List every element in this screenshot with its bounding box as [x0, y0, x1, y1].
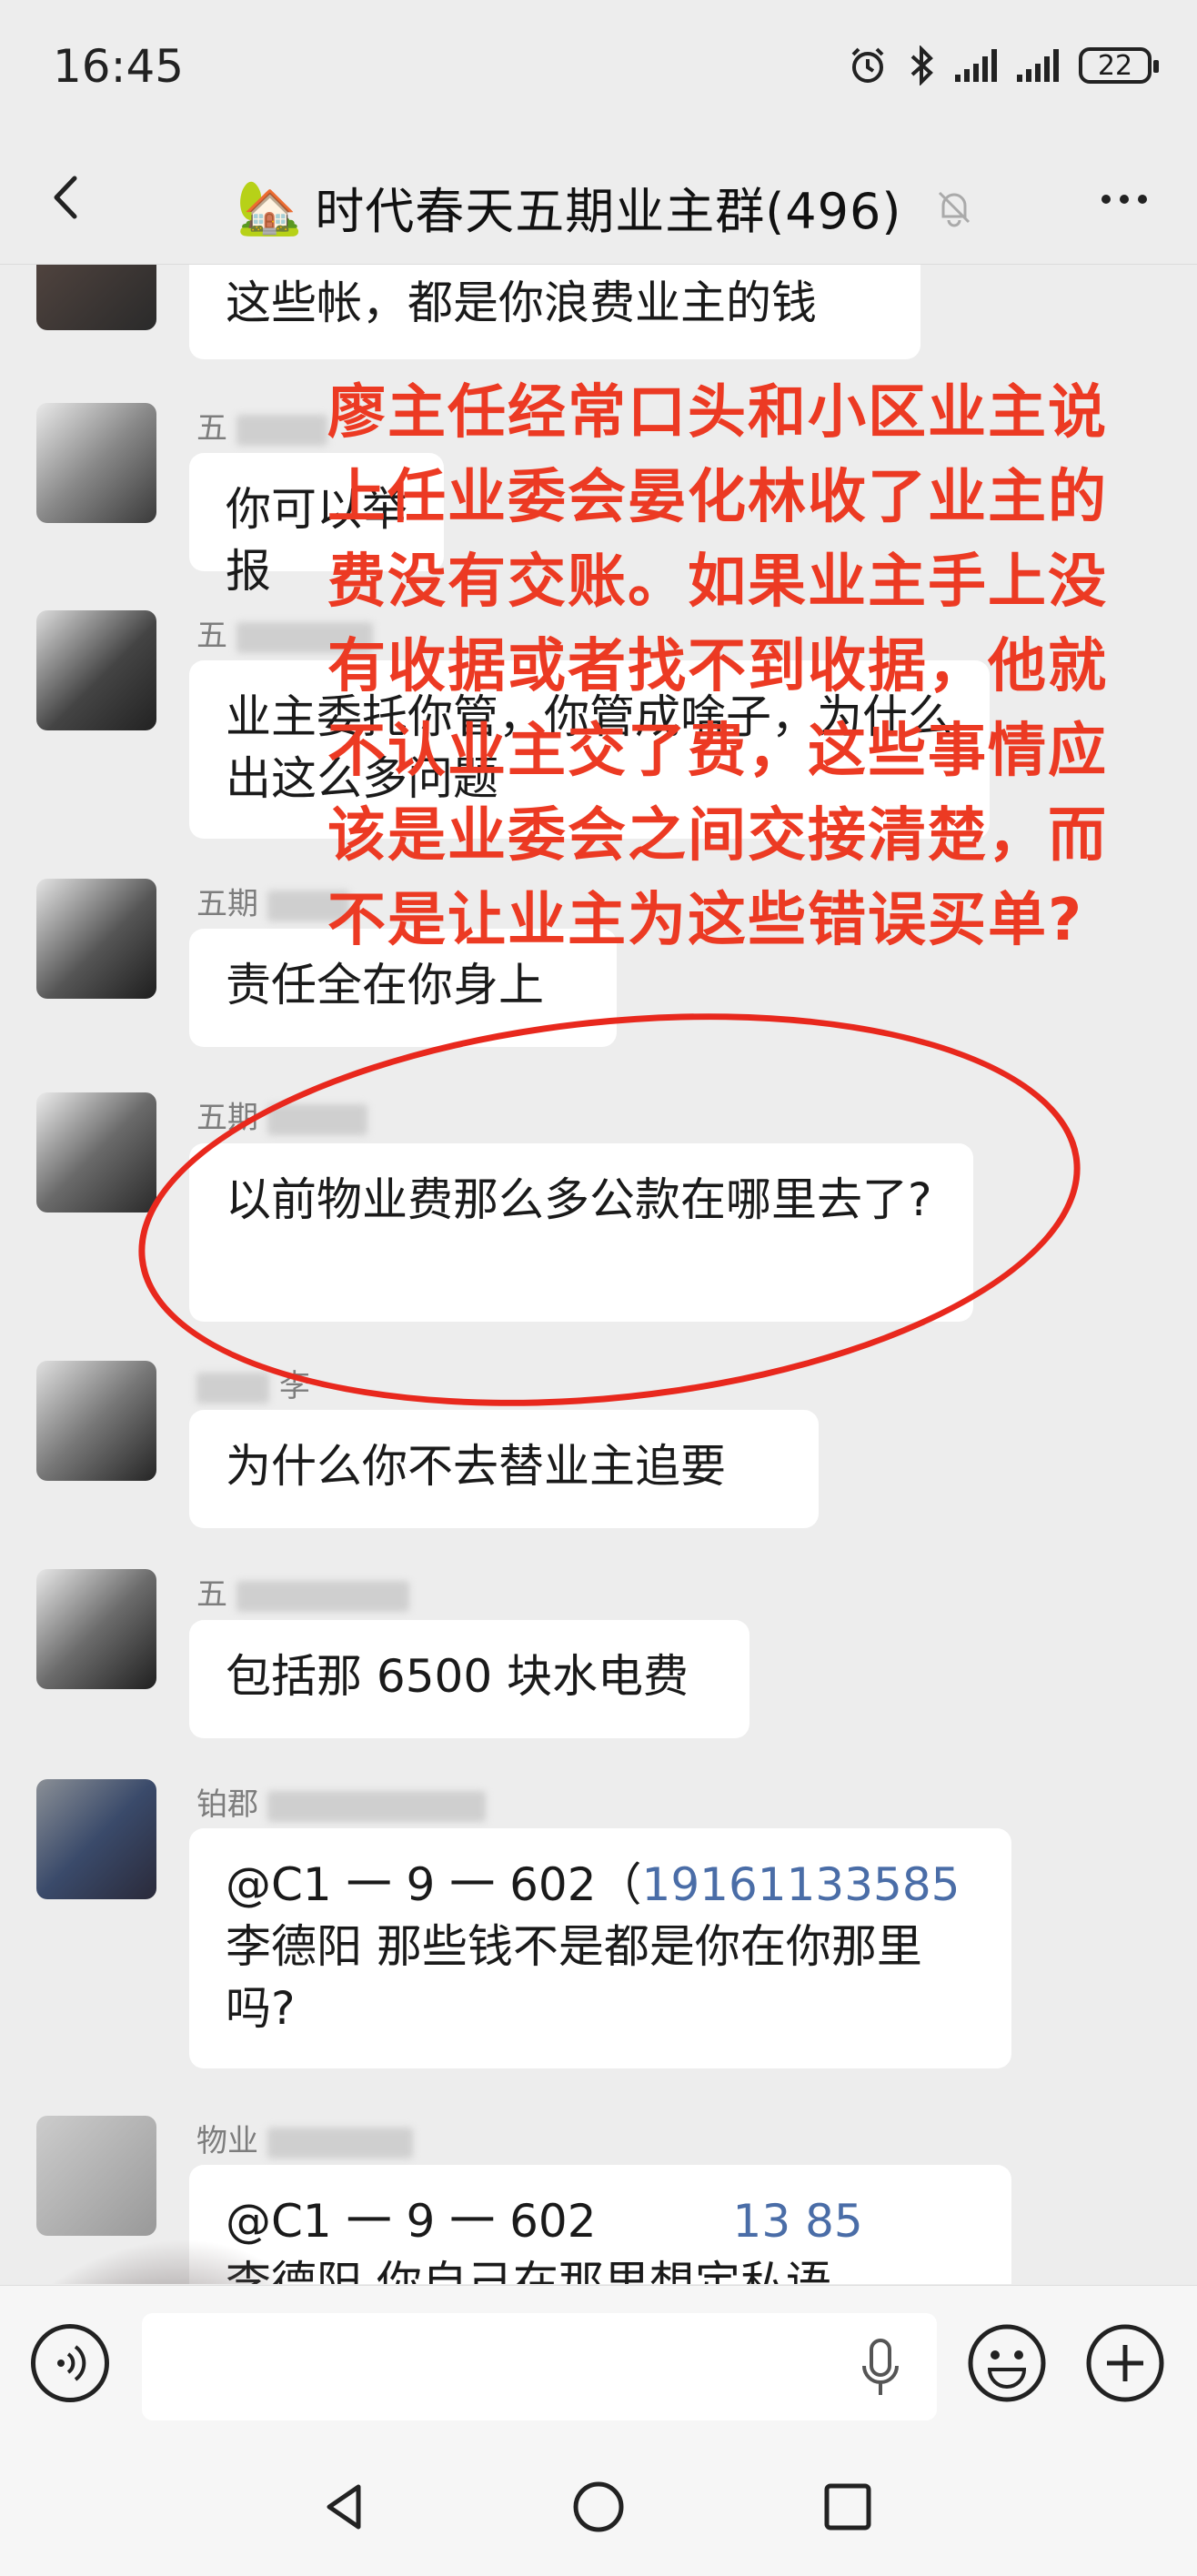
message-text: 李德阳 你自己在那里想定私语 [226, 2257, 831, 2284]
nav-recents-icon[interactable] [820, 2480, 875, 2534]
avatar[interactable] [36, 1361, 156, 1481]
avatar[interactable] [36, 1779, 156, 1899]
sender-name: 五 [196, 403, 327, 448]
signal-icon-2 [1017, 49, 1059, 82]
system-nav-bar [0, 2440, 1197, 2576]
sender-name: 五期 [196, 879, 349, 923]
avatar[interactable] [36, 1569, 156, 1689]
message-text: 李德阳 那些钱不是都是你在你那里吗? [226, 1920, 922, 2035]
back-icon[interactable] [36, 166, 100, 229]
chat-title: 时代春天五期业主群(496) [315, 183, 902, 240]
message-input[interactable] [142, 2313, 937, 2420]
avatar[interactable] [36, 265, 156, 330]
message-bubble[interactable]: 这些帐，都是你浪费业主的钱 [189, 265, 920, 359]
status-time: 16:45 [53, 40, 185, 93]
signal-icon-1 [955, 49, 997, 82]
voice-input-button[interactable] [31, 2324, 109, 2402]
message-bubble[interactable]: 包括那 6500 块水电费 [189, 1620, 749, 1738]
input-bar [0, 2285, 1197, 2440]
phone-link[interactable]: 13 85 [733, 2195, 863, 2248]
avatar[interactable] [36, 403, 156, 523]
microphone-icon[interactable] [855, 2337, 906, 2400]
avatar[interactable] [36, 2116, 156, 2236]
message-text: @C1 一 9 一 602 [226, 2195, 597, 2248]
sender-name: 物业 [196, 2116, 413, 2160]
phone-link[interactable]: 19161133585 [642, 1858, 961, 1911]
message-bubble[interactable]: @C1 一 9 一 602 13 85 李德阳 你自己在那里想定私语 [189, 2165, 1011, 2284]
battery-level: 22 [1097, 49, 1133, 82]
battery-icon: 22 [1079, 47, 1159, 84]
sender-name: 五 [196, 1569, 409, 1614]
plus-button[interactable] [1084, 2322, 1166, 2404]
avatar[interactable] [36, 879, 156, 999]
nav-back-icon[interactable] [318, 2480, 373, 2534]
avatar[interactable] [36, 610, 156, 730]
nav-home-icon[interactable] [571, 2480, 626, 2534]
mute-bell-icon [939, 191, 971, 226]
more-options-button[interactable] [1088, 176, 1161, 222]
alarm-icon [851, 47, 884, 83]
message-text: @C1 一 9 一 602（ [226, 1858, 642, 1911]
avatar[interactable] [36, 1092, 156, 1213]
message-text: 包括那 6500 块水电费 [226, 1650, 689, 1703]
bluetooth-icon [910, 45, 933, 86]
message-text: 为什么你不去替业主追要 [226, 1440, 726, 1493]
message-text: 这些帐，都是你浪费业主的钱 [226, 277, 817, 329]
house-icon: 🏡 [236, 176, 303, 238]
message-bubble[interactable]: 为什么你不去替业主追要 [189, 1410, 819, 1528]
message-text: 责任全在你身上 [226, 959, 544, 1011]
voice-icon [57, 2345, 86, 2381]
emoji-button[interactable] [966, 2322, 1048, 2404]
sender-name: 铂郡 [196, 1779, 486, 1824]
annotation-text: 廖主任经常口头和小区业主说上任业委会晏化林收了业主的费没有交账。如果业主手上没有… [327, 379, 1108, 954]
status-icons: 22 [848, 45, 1159, 86]
chat-header: 🏡 时代春天五期业主群(496) [0, 136, 1197, 265]
status-bar: 16:45 22 [0, 0, 1197, 136]
title-wrap: 🏡 时代春天五期业主群(496) [236, 171, 976, 243]
message-bubble[interactable]: @C1 一 9 一 602（19161133585 李德阳 那些钱不是都是你在你… [189, 1828, 1011, 2068]
